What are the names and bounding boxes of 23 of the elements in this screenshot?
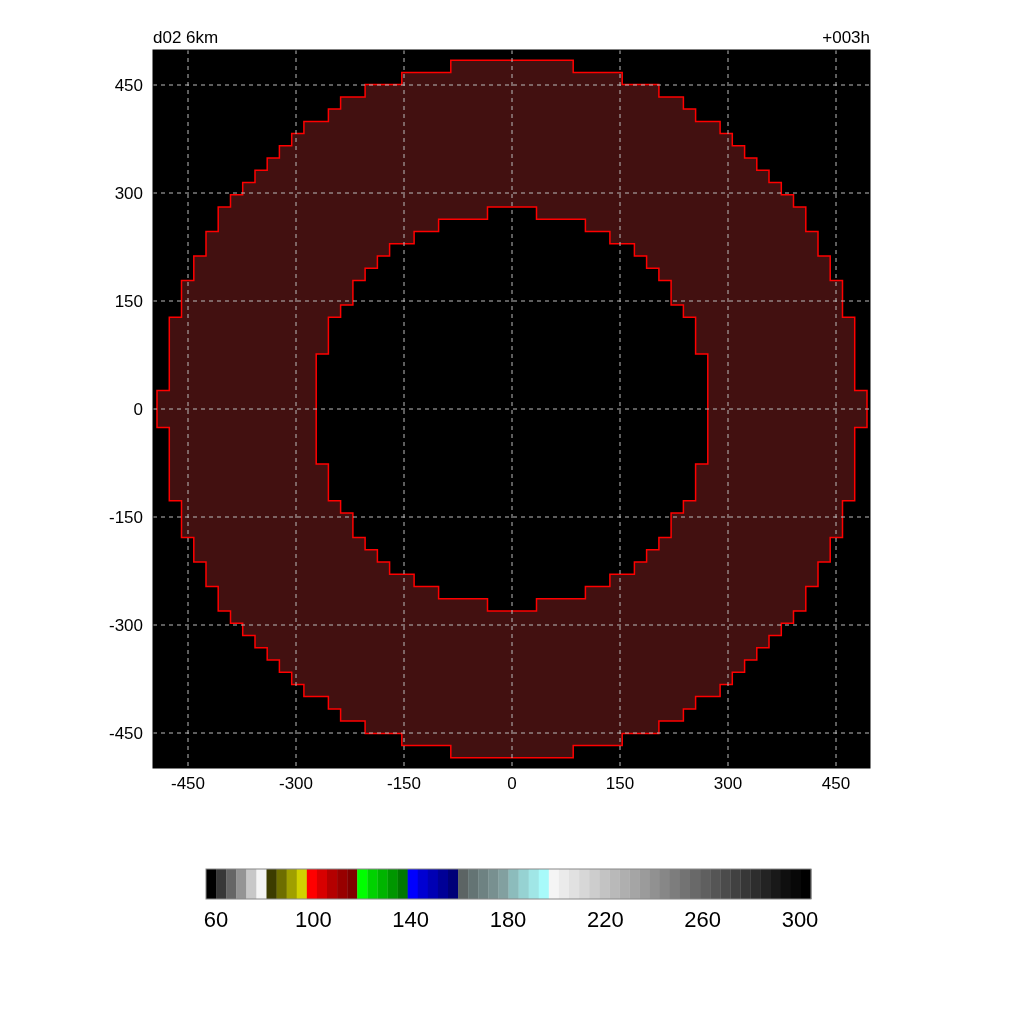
colorbar-label: 140 [392,907,430,932]
colorbar-label: 300 [781,907,819,932]
colorbar-label: 220 [586,907,624,932]
x-tick-label: 300 [713,774,743,793]
x-tick-label: 450 [821,774,851,793]
y-tick-label: 0 [133,400,143,419]
x-tick-label: -450 [171,774,205,793]
colorbar-label: 100 [294,907,332,932]
x-tick-label: -150 [387,774,421,793]
x-tick-label: 150 [605,774,635,793]
y-tick-label: -150 [108,508,143,527]
x-tick-label: -300 [279,774,313,793]
colorbar-label: 260 [684,907,722,932]
x-tick-label: 0 [507,774,517,793]
y-tick-label: -300 [108,616,143,635]
y-tick-label: 300 [114,184,143,203]
forecast-hour-label: +003h [822,28,870,47]
y-tick-label: -450 [108,724,143,743]
y-tick-label: 450 [114,76,143,95]
colorbar-label: 180 [489,907,527,932]
plot-title: d02 6km [153,28,219,47]
y-tick-label: 150 [114,292,143,311]
colorbar-label: 60 [203,907,229,932]
